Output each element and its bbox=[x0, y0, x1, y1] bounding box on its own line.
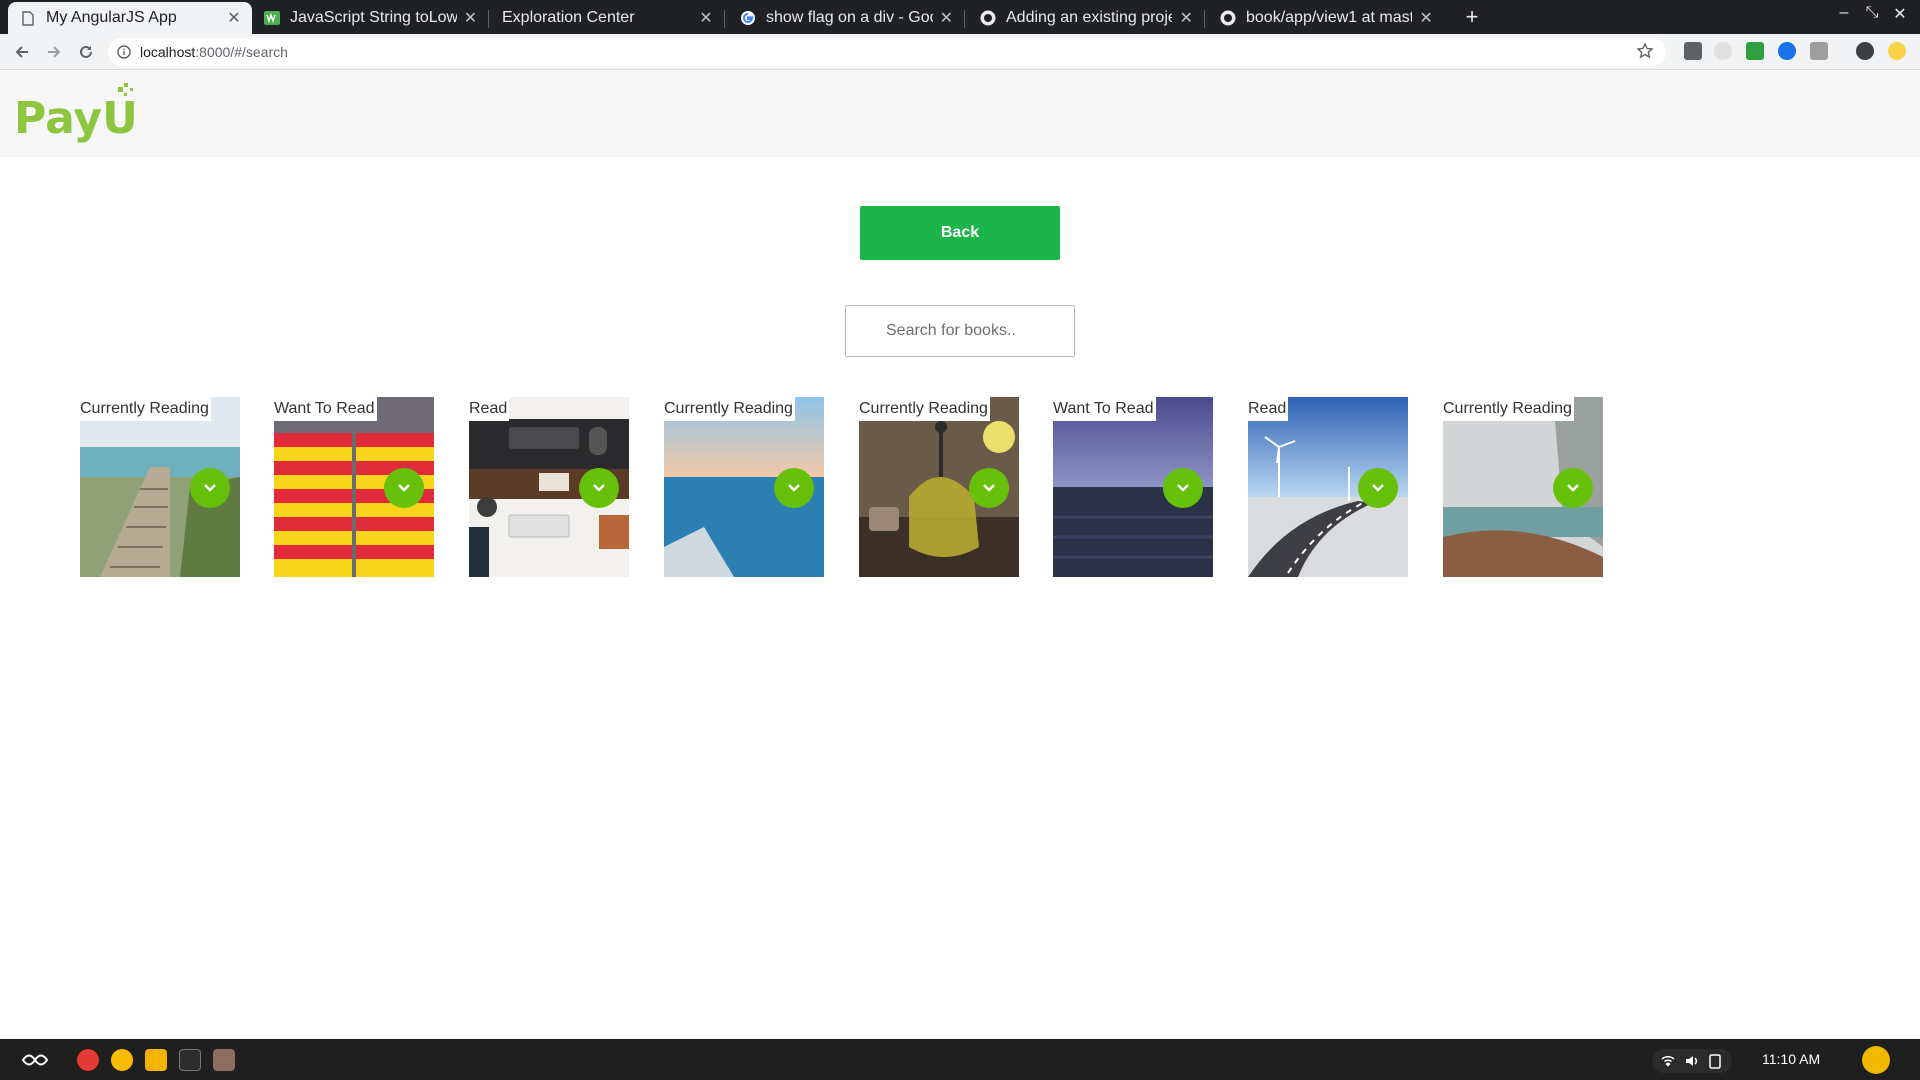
tab-title: JavaScript String toLowe bbox=[290, 9, 457, 26]
tab-book-app-view1[interactable]: book/app/view1 at mast ✕ bbox=[1208, 2, 1444, 34]
w3schools-icon bbox=[264, 10, 280, 26]
tab-show-flag-google[interactable]: show flag on a div - Goo ✕ bbox=[728, 2, 964, 34]
payu-logo: PayU bbox=[14, 83, 138, 152]
close-icon[interactable]: ✕ bbox=[1418, 8, 1434, 28]
wifi-icon bbox=[1661, 1055, 1675, 1067]
extension-svg-icon[interactable] bbox=[1778, 42, 1796, 60]
app-header: PayU bbox=[0, 71, 1920, 157]
shelf-menu-button[interactable] bbox=[969, 468, 1009, 508]
new-tab-button[interactable]: + bbox=[1458, 4, 1486, 32]
info-icon[interactable] bbox=[108, 45, 140, 59]
book-card: Read bbox=[469, 397, 629, 577]
shelf-status-label: Want To Read bbox=[1053, 397, 1156, 421]
terminal-icon[interactable] bbox=[179, 1049, 201, 1071]
chevron-down-icon bbox=[1177, 484, 1189, 492]
browser-tabstrip: My AngularJS App ✕ JavaScript String toL… bbox=[0, 0, 1920, 34]
back-arrow-icon[interactable] bbox=[8, 38, 36, 66]
book-card: Currently Reading bbox=[859, 397, 1019, 577]
github-icon bbox=[1220, 10, 1236, 26]
tab-javascript-string[interactable]: JavaScript String toLowe ✕ bbox=[252, 2, 488, 34]
book-card: Want To Read bbox=[274, 397, 434, 577]
chevron-down-icon bbox=[398, 484, 410, 492]
system-tray[interactable] bbox=[1652, 1049, 1732, 1073]
restore-icon[interactable]: ⤡ bbox=[1860, 4, 1884, 22]
chevron-down-icon bbox=[204, 484, 216, 492]
extension-e-icon[interactable] bbox=[1810, 42, 1828, 60]
forward-arrow-icon[interactable] bbox=[40, 38, 68, 66]
files-icon[interactable] bbox=[145, 1049, 167, 1071]
address-bar[interactable]: localhost:8000/#/search bbox=[108, 38, 1666, 66]
url-host: localhost bbox=[140, 44, 196, 60]
tab-title: show flag on a div - Goo bbox=[766, 9, 933, 26]
browser-toolbar: localhost:8000/#/search bbox=[0, 34, 1920, 70]
close-icon[interactable]: ✕ bbox=[1178, 8, 1194, 28]
shelf-menu-button[interactable] bbox=[384, 468, 424, 508]
book-card: Want To Read bbox=[1053, 397, 1213, 577]
chevron-down-icon bbox=[1567, 484, 1579, 492]
search-books-input[interactable] bbox=[845, 305, 1075, 357]
page-content: PayU Back Currently Read bbox=[0, 71, 1920, 1039]
url-path: :8000/#/search bbox=[195, 44, 288, 60]
extension-cors-icon[interactable] bbox=[1746, 42, 1764, 60]
page-icon bbox=[20, 10, 36, 26]
tab-exploration-center[interactable]: Exploration Center ✕ bbox=[488, 2, 724, 34]
tab-title: Exploration Center bbox=[502, 9, 635, 26]
shelf-menu-button[interactable] bbox=[190, 468, 230, 508]
tab-title: My AngularJS App bbox=[46, 9, 177, 26]
tab-adding-existing-project[interactable]: Adding an existing proje ✕ bbox=[968, 2, 1204, 34]
bookmark-star-icon[interactable] bbox=[1636, 42, 1654, 63]
extension-emoji-icon[interactable] bbox=[1888, 42, 1906, 60]
chevron-down-icon bbox=[788, 484, 800, 492]
minimize-icon[interactable]: – bbox=[1832, 4, 1856, 22]
chevron-down-icon bbox=[593, 484, 605, 492]
os-taskbar: 11:10 AM bbox=[0, 1039, 1920, 1080]
shelf-menu-button[interactable] bbox=[774, 468, 814, 508]
clock[interactable]: 11:10 AM bbox=[1762, 1051, 1820, 1067]
launcher-icon[interactable] bbox=[20, 1049, 50, 1071]
close-icon[interactable]: ✕ bbox=[463, 8, 478, 28]
shelf-status-label: Read bbox=[1248, 397, 1289, 421]
app-icon[interactable] bbox=[213, 1049, 235, 1071]
svg-text:PayU: PayU bbox=[14, 93, 138, 144]
close-icon[interactable]: ✕ bbox=[939, 8, 954, 28]
shelf-status-label: Currently Reading bbox=[664, 397, 795, 421]
book-card: Currently Reading bbox=[664, 397, 824, 577]
battery-icon bbox=[1709, 1054, 1721, 1069]
shelf-menu-button[interactable] bbox=[1163, 468, 1203, 508]
close-window-icon[interactable]: ✕ bbox=[1888, 4, 1912, 24]
shelf-status-label: Read bbox=[469, 397, 510, 421]
reload-icon[interactable] bbox=[72, 38, 100, 66]
extension-eyedropper-icon[interactable] bbox=[1684, 42, 1702, 60]
shelf-status-label: Currently Reading bbox=[1443, 397, 1574, 421]
shelf-status-label: Currently Reading bbox=[80, 397, 211, 421]
add-app-icon[interactable] bbox=[77, 1049, 99, 1071]
chevron-down-icon bbox=[1372, 484, 1384, 492]
tab-title: Adding an existing proje bbox=[1006, 9, 1173, 26]
github-icon bbox=[980, 10, 996, 26]
book-card: Currently Reading bbox=[80, 397, 240, 577]
extension-moon-icon[interactable] bbox=[1714, 42, 1732, 60]
close-icon[interactable]: ✕ bbox=[698, 8, 714, 28]
shelf-menu-button[interactable] bbox=[1358, 468, 1398, 508]
chevron-down-icon bbox=[983, 484, 995, 492]
volume-icon bbox=[1686, 1056, 1698, 1066]
profile-avatar[interactable] bbox=[1856, 42, 1874, 60]
tab-my-angularjs-app[interactable]: My AngularJS App ✕ bbox=[8, 2, 252, 34]
chrome-icon[interactable] bbox=[111, 1049, 133, 1071]
tab-separator bbox=[724, 10, 725, 28]
shelf-menu-button[interactable] bbox=[1553, 468, 1593, 508]
shelf-status-label: Currently Reading bbox=[859, 397, 990, 421]
book-card: Currently Reading bbox=[1443, 397, 1603, 577]
shelf-status-label: Want To Read bbox=[274, 397, 377, 421]
close-icon[interactable]: ✕ bbox=[226, 8, 242, 28]
book-card: Read bbox=[1248, 397, 1408, 577]
tab-separator bbox=[964, 10, 965, 28]
tab-title: book/app/view1 at mast bbox=[1246, 9, 1413, 26]
shelf-menu-button[interactable] bbox=[579, 468, 619, 508]
tab-separator bbox=[1204, 10, 1205, 28]
google-icon bbox=[740, 10, 756, 26]
back-button[interactable]: Back bbox=[860, 206, 1060, 260]
sunflower-avatar[interactable] bbox=[1862, 1046, 1890, 1074]
